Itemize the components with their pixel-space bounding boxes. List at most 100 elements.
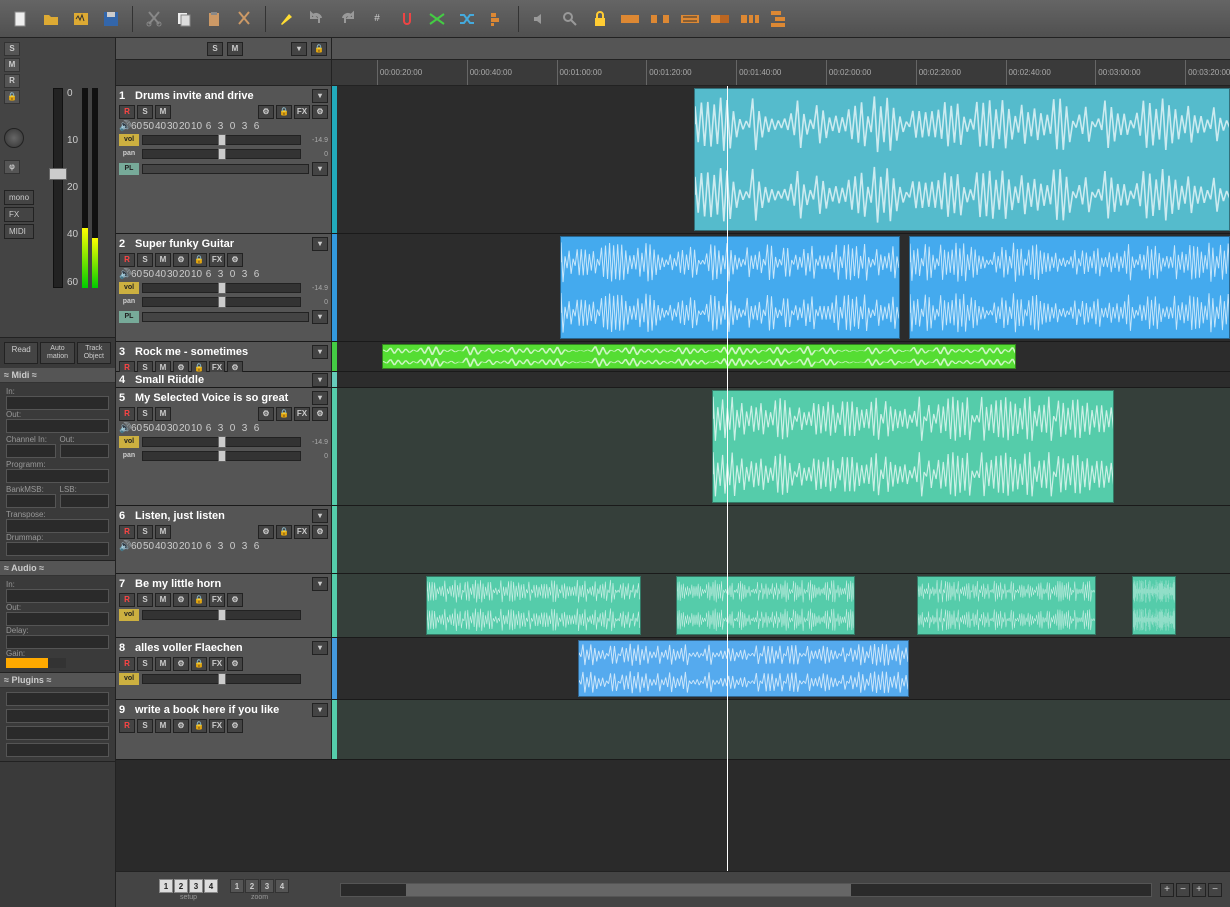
track-menu-button[interactable]: ▾ <box>312 89 328 103</box>
audio-clip[interactable] <box>578 640 908 697</box>
track-plugin-button[interactable]: ⚙ <box>227 253 243 267</box>
track-vol-slider[interactable] <box>142 283 301 293</box>
audio-section-header[interactable]: ≈ Audio ≈ <box>0 561 115 576</box>
track-menu-button[interactable]: ▾ <box>312 373 328 387</box>
track-gear-button[interactable]: ⚙ <box>173 657 189 671</box>
vzoom-out-button[interactable]: − <box>1176 883 1190 897</box>
copy-icon[interactable] <box>171 6 197 32</box>
track-header[interactable]: 5My Selected Voice is so great▾RSM⚙🔒FX⚙🔊… <box>116 388 332 505</box>
track-lane[interactable] <box>337 506 1230 573</box>
pl-menu-button[interactable]: ▾ <box>312 162 328 176</box>
track-header[interactable]: 6Listen, just listen▾RSM⚙🔒FX⚙🔊6050403020… <box>116 506 332 573</box>
setup-preset-1[interactable]: 1 <box>159 879 173 893</box>
file-new-icon[interactable] <box>8 6 34 32</box>
audio-clip[interactable] <box>676 576 855 635</box>
master-solo-button[interactable]: S <box>4 42 20 56</box>
audio-clip[interactable] <box>917 576 1096 635</box>
track-lock-button[interactable]: 🔒 <box>191 657 207 671</box>
track-extra-button[interactable]: FX <box>294 105 310 119</box>
track-r-button[interactable]: R <box>119 657 135 671</box>
track-lane[interactable] <box>337 86 1230 233</box>
track-extra-button[interactable]: ⚙ <box>258 525 274 539</box>
plugin-slot-2[interactable] <box>6 709 109 723</box>
track-header[interactable]: 3Rock me - sometimes▾RSM⚙🔒FX⚙ <box>116 342 332 371</box>
track-menu-button[interactable]: ▾ <box>312 237 328 251</box>
track-menu-button[interactable]: ▾ <box>312 577 328 591</box>
zoom-preset-4[interactable]: 4 <box>275 879 289 893</box>
midi-channel-in-dropdown[interactable] <box>6 444 56 458</box>
track-lane[interactable] <box>337 638 1230 699</box>
master-lock-button[interactable]: 🔒 <box>4 90 20 104</box>
midi-transpose[interactable] <box>6 519 109 533</box>
track-pan-slider[interactable] <box>142 451 301 461</box>
track-s-button[interactable]: S <box>137 657 153 671</box>
track-m-button[interactable]: M <box>155 593 171 607</box>
audio-clip[interactable] <box>382 344 1016 369</box>
track-extra-button[interactable]: ⚙ <box>258 407 274 421</box>
hzoom-in-button[interactable]: + <box>1192 883 1206 897</box>
track-gear-button[interactable]: ⚙ <box>173 253 189 267</box>
track-lock-button[interactable]: 🔒 <box>191 593 207 607</box>
setup-preset-3[interactable]: 3 <box>189 879 203 893</box>
audio-clip[interactable] <box>712 390 1114 503</box>
audio-clip[interactable] <box>426 576 640 635</box>
folder-open-icon[interactable] <box>38 6 64 32</box>
snap-icon[interactable] <box>394 6 420 32</box>
midi-in-dropdown[interactable] <box>6 396 109 410</box>
redo-icon[interactable] <box>334 6 360 32</box>
read-tab[interactable]: Read <box>4 342 38 364</box>
track-lock-button[interactable]: 🔒 <box>191 719 207 733</box>
track-extra-button[interactable]: ⚙ <box>312 525 328 539</box>
marker-menu-button[interactable]: ▾ <box>291 42 307 56</box>
undo-icon[interactable] <box>304 6 330 32</box>
pl-menu-button[interactable]: ▾ <box>312 310 328 324</box>
midi-bank-msb[interactable] <box>6 494 56 508</box>
marker-lock-button[interactable]: 🔒 <box>311 42 327 56</box>
range-tool-6-icon[interactable] <box>767 6 793 32</box>
midi-button[interactable]: MIDI <box>4 224 34 239</box>
midi-section-header[interactable]: ≈ Midi ≈ <box>0 368 115 383</box>
track-menu-button[interactable]: ▾ <box>312 391 328 405</box>
track-s-button[interactable]: S <box>137 525 153 539</box>
midi-channel-out-dropdown[interactable] <box>60 444 110 458</box>
track-header[interactable]: 1Drums invite and drive▾RSM⚙🔒FX⚙🔊6050403… <box>116 86 332 233</box>
track-m-button[interactable]: M <box>155 253 171 267</box>
track-gear-button[interactable]: ⚙ <box>173 719 189 733</box>
track-extra-button[interactable]: 🔒 <box>276 105 292 119</box>
hzoom-out-button[interactable]: − <box>1208 883 1222 897</box>
track-fx-button[interactable]: FX <box>209 719 225 733</box>
mono-button[interactable]: mono <box>4 190 34 205</box>
track-r-button[interactable]: R <box>119 407 135 421</box>
audio-in-dropdown[interactable] <box>6 589 109 603</box>
track-extra-button[interactable]: ⚙ <box>258 105 274 119</box>
track-pl-dropdown[interactable] <box>142 312 309 322</box>
track-menu-button[interactable]: ▾ <box>312 509 328 523</box>
master-rec-button[interactable]: R <box>4 74 20 88</box>
global-mute-button[interactable]: M <box>227 42 243 56</box>
track-extra-button[interactable]: FX <box>294 525 310 539</box>
range-tool-4-icon[interactable] <box>707 6 733 32</box>
horizontal-scrollbar[interactable] <box>340 883 1152 897</box>
range-tool-5-icon[interactable] <box>737 6 763 32</box>
paste-icon[interactable] <box>201 6 227 32</box>
master-fader[interactable] <box>53 88 63 288</box>
track-lane[interactable] <box>337 234 1230 341</box>
plugins-section-header[interactable]: ≈ Plugins ≈ <box>0 673 115 688</box>
track-lane[interactable] <box>337 574 1230 637</box>
midi-out-dropdown[interactable] <box>6 419 109 433</box>
range-tool-3-icon[interactable] <box>677 6 703 32</box>
track-s-button[interactable]: S <box>137 719 153 733</box>
track-s-button[interactable]: S <box>137 105 153 119</box>
track-extra-button[interactable]: ⚙ <box>312 407 328 421</box>
track-m-button[interactable]: M <box>155 719 171 733</box>
track-menu-button[interactable]: ▾ <box>312 641 328 655</box>
zoom-preset-1[interactable]: 1 <box>230 879 244 893</box>
track-header[interactable]: 8alles voller Flaechen▾RSM⚙🔒FX⚙vol <box>116 638 332 699</box>
crossfade-icon[interactable] <box>424 6 450 32</box>
midi-program-dropdown[interactable] <box>6 469 109 483</box>
track-object-tab[interactable]: TrackObject <box>77 342 111 364</box>
track-lane[interactable] <box>337 388 1230 505</box>
range-tool-1-icon[interactable] <box>617 6 643 32</box>
time-ruler[interactable]: 00:00:20:0000:00:40:0000:01:00:0000:01:2… <box>116 60 1230 86</box>
range-tool-2-icon[interactable] <box>647 6 673 32</box>
